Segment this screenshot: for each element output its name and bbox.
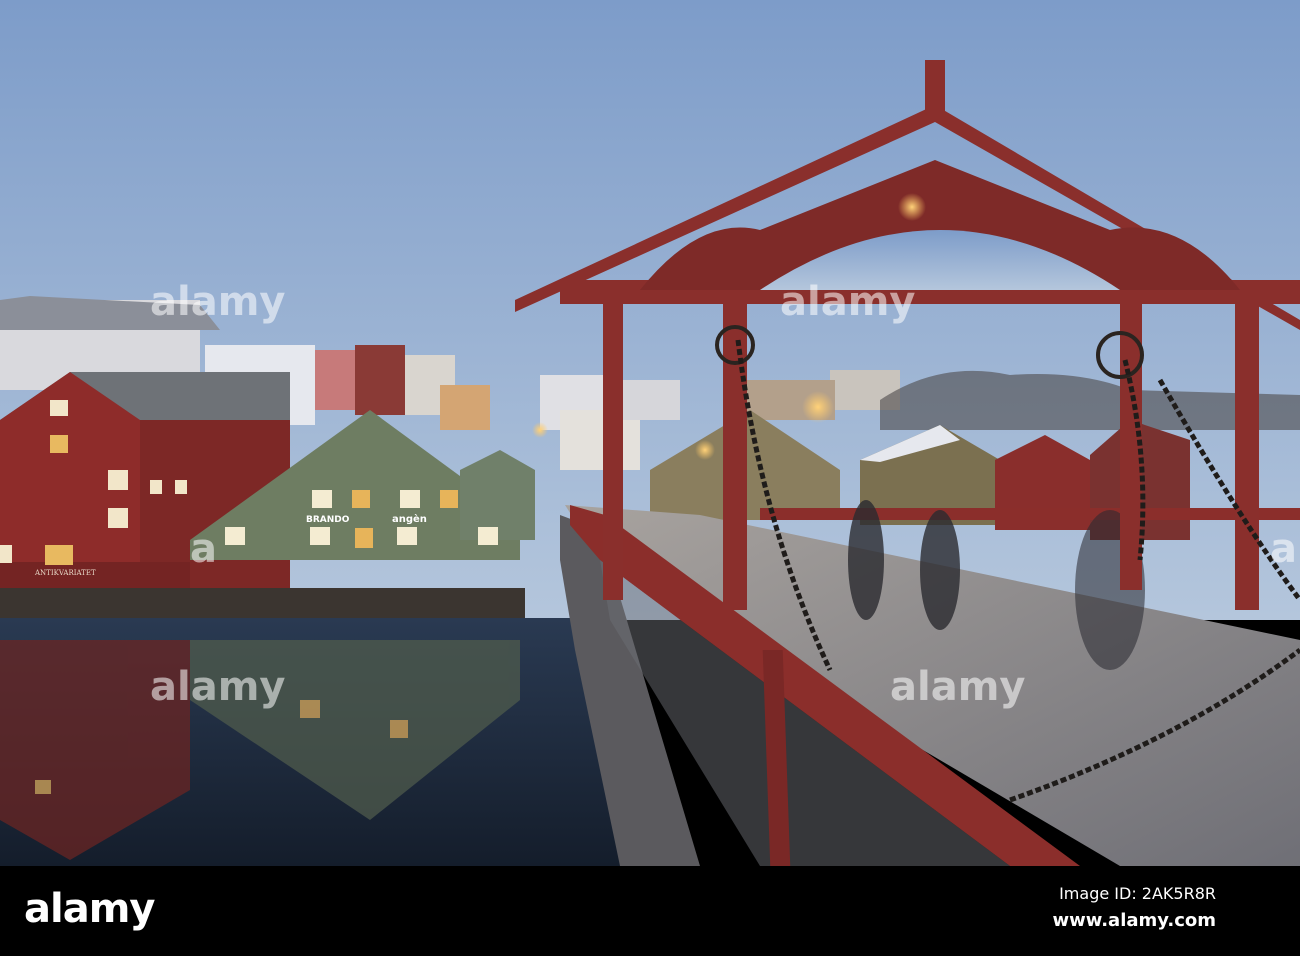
stock-photo-page: ANTIKVARIATET BRANDO angèn alamy alamy a… [0,0,1300,956]
watermark: alamy [890,664,1025,710]
alamy-logo[interactable]: alamy [24,886,155,932]
photo-old-town-bridge: ANTIKVARIATET BRANDO angèn alamy alamy a… [0,0,1300,866]
watermark: a [1270,526,1297,572]
sign-angen: angèn [392,513,427,525]
website-link[interactable]: www.alamy.com [1052,910,1216,931]
sign-brando: BRANDO [306,515,350,525]
watermark: alamy [150,664,285,710]
image-id: Image ID: 2AK5R8R [1059,884,1216,903]
stilts [0,588,525,620]
watermark: a [190,526,217,572]
watermark: alamy [780,279,915,325]
footer-bar: alamy Image ID: 2AK5R8R www.alamy.com [0,866,1300,956]
watermark: alamy [150,279,285,325]
far-railing [760,508,1300,520]
sign-antikvariatet: ANTIKVARIATET [34,569,96,577]
